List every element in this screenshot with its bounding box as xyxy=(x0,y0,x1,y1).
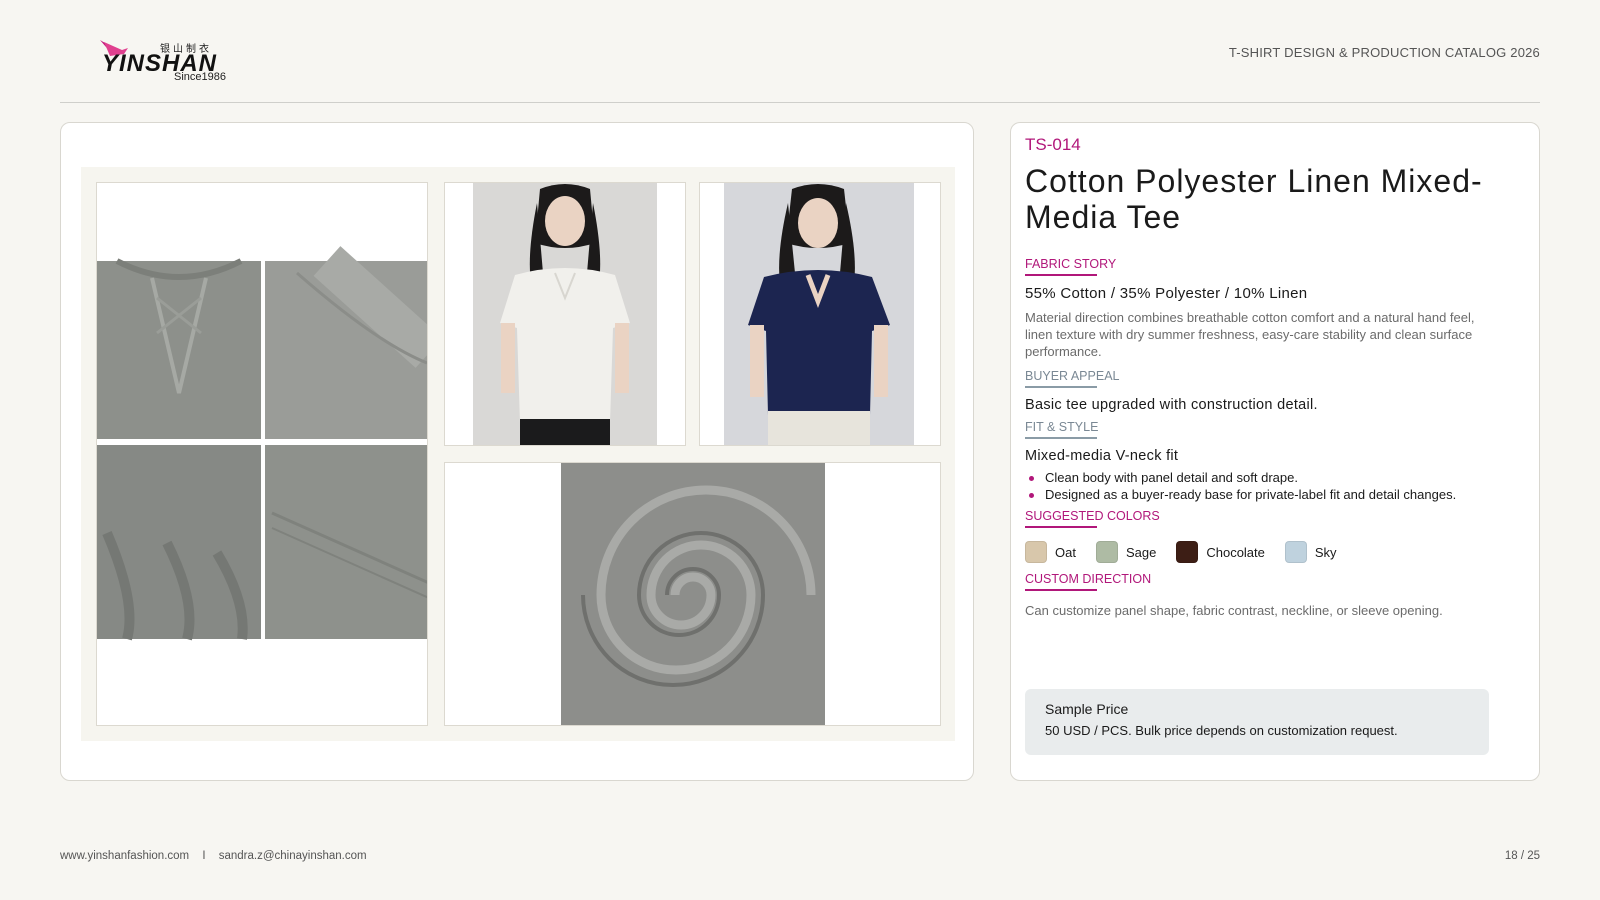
list-item: Designed as a buyer-ready base for priva… xyxy=(1025,486,1456,503)
custom-direction-label: CUSTOM DIRECTION xyxy=(1025,572,1152,591)
gallery-panel xyxy=(60,122,974,781)
model-white-tee-image[interactable] xyxy=(444,182,686,446)
swatch-label: Chocolate xyxy=(1206,544,1265,560)
swatch-label: Sky xyxy=(1314,544,1337,560)
swatch-oat[interactable]: Oat xyxy=(1025,541,1076,563)
swatch-label: Sage xyxy=(1125,544,1157,560)
fit-style-label: FIT & STYLE xyxy=(1025,420,1099,439)
suggested-colors-label: SUGGESTED COLORS xyxy=(1025,509,1160,528)
brand-logo: 银山制衣 YINSHAN Since1986 xyxy=(98,38,238,86)
fabric-composition: 55% Cotton / 35% Polyester / 10% Linen xyxy=(1025,285,1308,302)
fit-style-bullets: Clean body with panel detail and soft dr… xyxy=(1025,469,1456,503)
swatch-chocolate[interactable]: Chocolate xyxy=(1176,541,1265,563)
catalog-title: T-SHIRT DESIGN & PRODUCTION CATALOG 2026 xyxy=(1228,45,1540,60)
page-number: 18 / 25 xyxy=(1504,850,1540,862)
fabric-story-label: FABRIC STORY xyxy=(1025,257,1117,276)
detail-collage-image[interactable] xyxy=(96,182,428,726)
product-code: TS-014 xyxy=(1025,135,1081,154)
image-gallery xyxy=(81,167,955,741)
footer-email-link[interactable]: sandra.z@chinayinshan.com xyxy=(219,850,367,862)
color-chip xyxy=(1095,541,1118,563)
custom-direction-text: Can customize panel shape, fabric contra… xyxy=(1025,603,1443,618)
brand-since: Since1986 xyxy=(174,71,226,83)
product-title: Cotton Polyester Linen Mixed-Media Tee xyxy=(1025,163,1483,235)
swatch-sky[interactable]: Sky xyxy=(1284,541,1337,563)
fit-style-headline: Mixed-media V-neck fit xyxy=(1025,448,1179,464)
product-info-panel: TS-014 Cotton Polyester Linen Mixed-Medi… xyxy=(1010,122,1540,781)
color-swatches: Oat Sage Chocolate Sky xyxy=(1025,541,1357,563)
color-chip xyxy=(1025,541,1047,563)
fabric-description: Material direction combines breathable c… xyxy=(1025,310,1475,359)
swatch-sage[interactable]: Sage xyxy=(1095,541,1157,563)
fabric-swirl-image[interactable] xyxy=(444,462,941,726)
color-chip xyxy=(1176,541,1199,563)
color-chip xyxy=(1284,541,1307,563)
swatch-label: Oat xyxy=(1055,544,1076,560)
footer-contact: www.yinshanfashion.com I sandra.z@chinay… xyxy=(60,850,367,862)
model-navy-tee-image[interactable] xyxy=(699,182,941,446)
buyer-appeal-label: BUYER APPEAL xyxy=(1025,369,1120,388)
header-divider xyxy=(60,102,1540,103)
buyer-appeal-text: Basic tee upgraded with construction det… xyxy=(1025,397,1318,413)
footer-website-link[interactable]: www.yinshanfashion.com xyxy=(60,850,189,862)
footer-separator: I xyxy=(202,850,206,862)
list-item: Clean body with panel detail and soft dr… xyxy=(1025,469,1456,486)
sample-price-box: Sample Price 50 USD / PCS. Bulk price de… xyxy=(1025,689,1489,755)
sample-price-value: 50 USD / PCS. Bulk price depends on cust… xyxy=(1045,723,1398,738)
sample-price-label: Sample Price xyxy=(1045,701,1129,717)
